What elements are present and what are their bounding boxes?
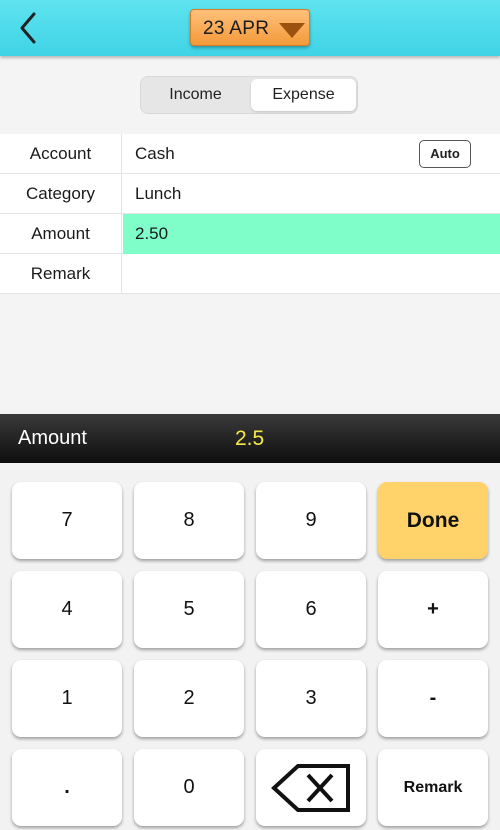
- key-7[interactable]: 7: [12, 482, 122, 559]
- tab-expense[interactable]: Expense: [251, 79, 356, 111]
- plus-key[interactable]: +: [378, 571, 488, 648]
- keypad-label: Amount: [18, 427, 87, 449]
- key-9[interactable]: 9: [256, 482, 366, 559]
- date-picker-button[interactable]: 23 APR: [190, 9, 310, 46]
- done-button[interactable]: Done: [378, 482, 488, 559]
- account-row: Account Cash Auto: [0, 134, 500, 174]
- key-1[interactable]: 1: [12, 660, 122, 737]
- amount-row: Amount 2.50: [0, 214, 500, 254]
- caret-down-icon: [279, 23, 305, 38]
- remark-row: Remark: [0, 254, 500, 294]
- amount-label: Amount: [0, 214, 122, 254]
- auto-button[interactable]: Auto: [419, 140, 471, 168]
- key-4[interactable]: 4: [12, 571, 122, 648]
- amount-field[interactable]: 2.50: [123, 214, 500, 254]
- chevron-left-icon: [20, 12, 36, 44]
- backspace-icon: [271, 763, 350, 812]
- remark-label: Remark: [0, 254, 122, 294]
- key-6[interactable]: 6: [256, 571, 366, 648]
- key-2[interactable]: 2: [134, 660, 244, 737]
- decimal-key[interactable]: .: [12, 749, 122, 826]
- back-button[interactable]: [14, 10, 44, 46]
- app-header: 23 APR: [0, 0, 500, 56]
- category-label: Category: [0, 174, 122, 214]
- tab-income[interactable]: Income: [143, 79, 248, 111]
- key-8[interactable]: 8: [134, 482, 244, 559]
- keypad-display: Amount 2.5: [0, 414, 500, 463]
- account-label: Account: [0, 134, 122, 174]
- transaction-form: Account Cash Auto Category Lunch Amount …: [0, 134, 500, 294]
- remark-field[interactable]: [123, 254, 500, 294]
- key-0[interactable]: 0: [134, 749, 244, 826]
- backspace-key[interactable]: [256, 749, 366, 826]
- minus-key[interactable]: -: [378, 660, 488, 737]
- keypad-value: 2.5: [235, 427, 265, 450]
- remark-key[interactable]: Remark: [378, 749, 488, 826]
- key-5[interactable]: 5: [134, 571, 244, 648]
- category-row: Category Lunch: [0, 174, 500, 214]
- date-label: 23 APR: [203, 18, 270, 39]
- category-field[interactable]: Lunch: [123, 174, 500, 214]
- transaction-type-toggle: Income Expense: [140, 76, 358, 114]
- key-3[interactable]: 3: [256, 660, 366, 737]
- numeric-keypad: 7 8 9 Done 4 5 6 + 1 2 3 - . 0 Remark: [0, 463, 500, 830]
